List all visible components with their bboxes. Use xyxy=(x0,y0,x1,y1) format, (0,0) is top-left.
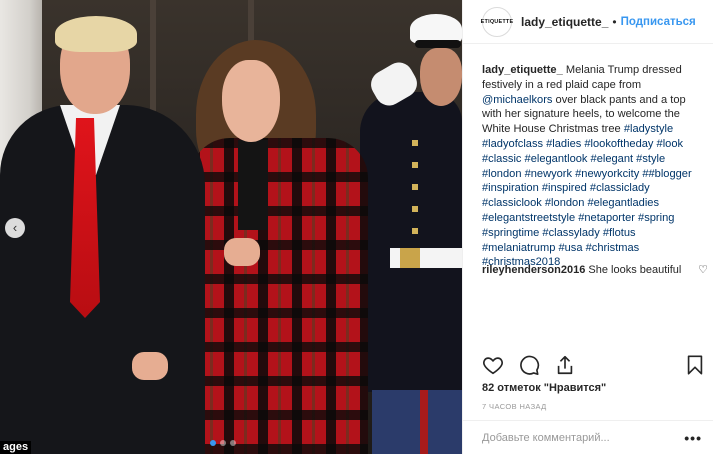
comment-button[interactable] xyxy=(518,354,542,378)
comment-input[interactable] xyxy=(482,431,685,444)
bookmark-icon xyxy=(687,355,703,375)
instagram-post: ‹ ages ETIQUETTE lady_etiquette_ • Подпи… xyxy=(0,0,713,454)
save-button[interactable] xyxy=(684,354,708,378)
post-side-panel: ETIQUETTE lady_etiquette_ • Подписаться … xyxy=(462,0,713,454)
marine-face xyxy=(420,48,462,106)
marine-uniform xyxy=(360,92,462,392)
follow-button[interactable]: Подписаться xyxy=(621,16,696,28)
avatar[interactable]: ETIQUETTE xyxy=(480,6,514,37)
comment-like-heart-icon[interactable]: ♡ xyxy=(698,263,708,277)
header-username[interactable]: lady_etiquette_ xyxy=(521,15,608,29)
post-timestamp: 7 ЧАСОВ НАЗАД xyxy=(482,402,547,411)
comment-text: She looks beautiful xyxy=(585,264,682,276)
caption-mention[interactable]: @michaelkors xyxy=(482,94,552,106)
man-hair xyxy=(55,16,137,52)
carousel-dot xyxy=(230,440,236,446)
more-options-button[interactable]: ••• xyxy=(684,430,702,446)
carousel-dot xyxy=(210,440,216,446)
photo-watermark: ages xyxy=(0,441,32,454)
comment-icon xyxy=(520,355,540,375)
share-button[interactable] xyxy=(554,354,578,378)
woman-face xyxy=(222,60,280,142)
uniform-buttons xyxy=(412,140,418,250)
cap-visor xyxy=(415,40,461,48)
carousel-dot xyxy=(220,440,226,446)
black-top xyxy=(238,140,268,230)
trouser-stripe xyxy=(420,390,428,454)
comment-username[interactable]: rileyhenderson2016 xyxy=(482,264,585,276)
caption-username[interactable]: lady_etiquette_ xyxy=(482,64,563,76)
marine-trousers xyxy=(372,390,462,454)
woman-hand xyxy=(224,238,260,266)
prev-photo-button[interactable]: ‹ xyxy=(5,218,25,238)
comment-item: rileyhenderson2016 She looks beautiful ♡ xyxy=(482,263,708,277)
caption-hashtags[interactable]: #ladystyle #ladyofclass #ladies #lookoft… xyxy=(482,123,692,268)
header-separator: • xyxy=(612,14,617,29)
post-photo[interactable]: ‹ ages xyxy=(0,0,462,454)
likes-count[interactable]: 82 отметок "Нравится" xyxy=(482,382,606,394)
heart-icon xyxy=(483,357,503,375)
avatar-logo-text: ETIQUETTE xyxy=(480,18,514,25)
like-button[interactable] xyxy=(482,354,506,378)
action-bar xyxy=(482,354,708,378)
share-icon xyxy=(557,355,573,375)
held-hands xyxy=(132,352,168,380)
belt-buckle xyxy=(400,248,420,268)
man-coat xyxy=(0,105,205,454)
post-header: ETIQUETTE lady_etiquette_ • Подписаться xyxy=(463,0,713,44)
post-caption: lady_etiquette_ Melania Trump dressed fe… xyxy=(482,63,707,270)
carousel-dots xyxy=(210,440,236,446)
plaid-cape xyxy=(190,138,368,454)
add-comment-bar: ••• xyxy=(463,420,713,454)
chevron-left-icon: ‹ xyxy=(12,220,18,235)
